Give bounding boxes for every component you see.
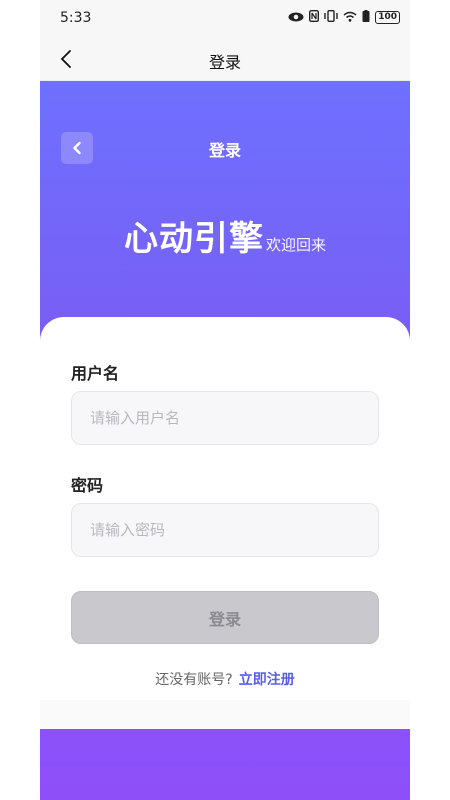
- login-form-card: 用户名 密码 登录 还没有账号? 立即注册: [40, 317, 410, 729]
- brand-block: 心动引擎 欢迎回来: [40, 211, 410, 260]
- register-prompt: 还没有账号?: [155, 672, 233, 688]
- register-link[interactable]: 立即注册: [239, 672, 295, 688]
- bottom-gradient-band: [40, 729, 410, 800]
- nav-title: 登录: [208, 53, 241, 72]
- hero-header: 登录 心动引擎 欢迎回来: [40, 81, 410, 351]
- wifi-icon: [343, 11, 357, 25]
- password-input[interactable]: [71, 503, 379, 557]
- card-bottom-area: [40, 700, 410, 729]
- brand-name: 心动引擎: [123, 219, 264, 259]
- login-page: 5:33 100 登录 登录 心动引擎 欢迎回来 用户名 请输入用户名 密码 登…: [0, 0, 450, 800]
- password-label: 密码: [71, 476, 104, 495]
- login-button[interactable]: 登录: [71, 591, 379, 644]
- nfc-icon: [309, 9, 320, 25]
- eye-icon: [288, 11, 304, 25]
- vibrate-icon: [324, 9, 338, 25]
- status-bar: 5:33 100: [40, 0, 410, 38]
- username-label: 用户名: [71, 364, 120, 383]
- register-row: 还没有账号? 立即注册: [40, 669, 410, 689]
- app-nav-bar: 登录: [40, 38, 410, 81]
- brand-subtitle: 欢迎回来: [265, 236, 326, 254]
- status-icons: 100: [288, 9, 400, 25]
- username-input[interactable]: [71, 391, 379, 445]
- battery-icon: 100: [375, 11, 400, 24]
- battery-saver-icon: [362, 10, 370, 25]
- hero-title: 登录: [208, 141, 241, 160]
- status-time: 5:33: [60, 10, 92, 26]
